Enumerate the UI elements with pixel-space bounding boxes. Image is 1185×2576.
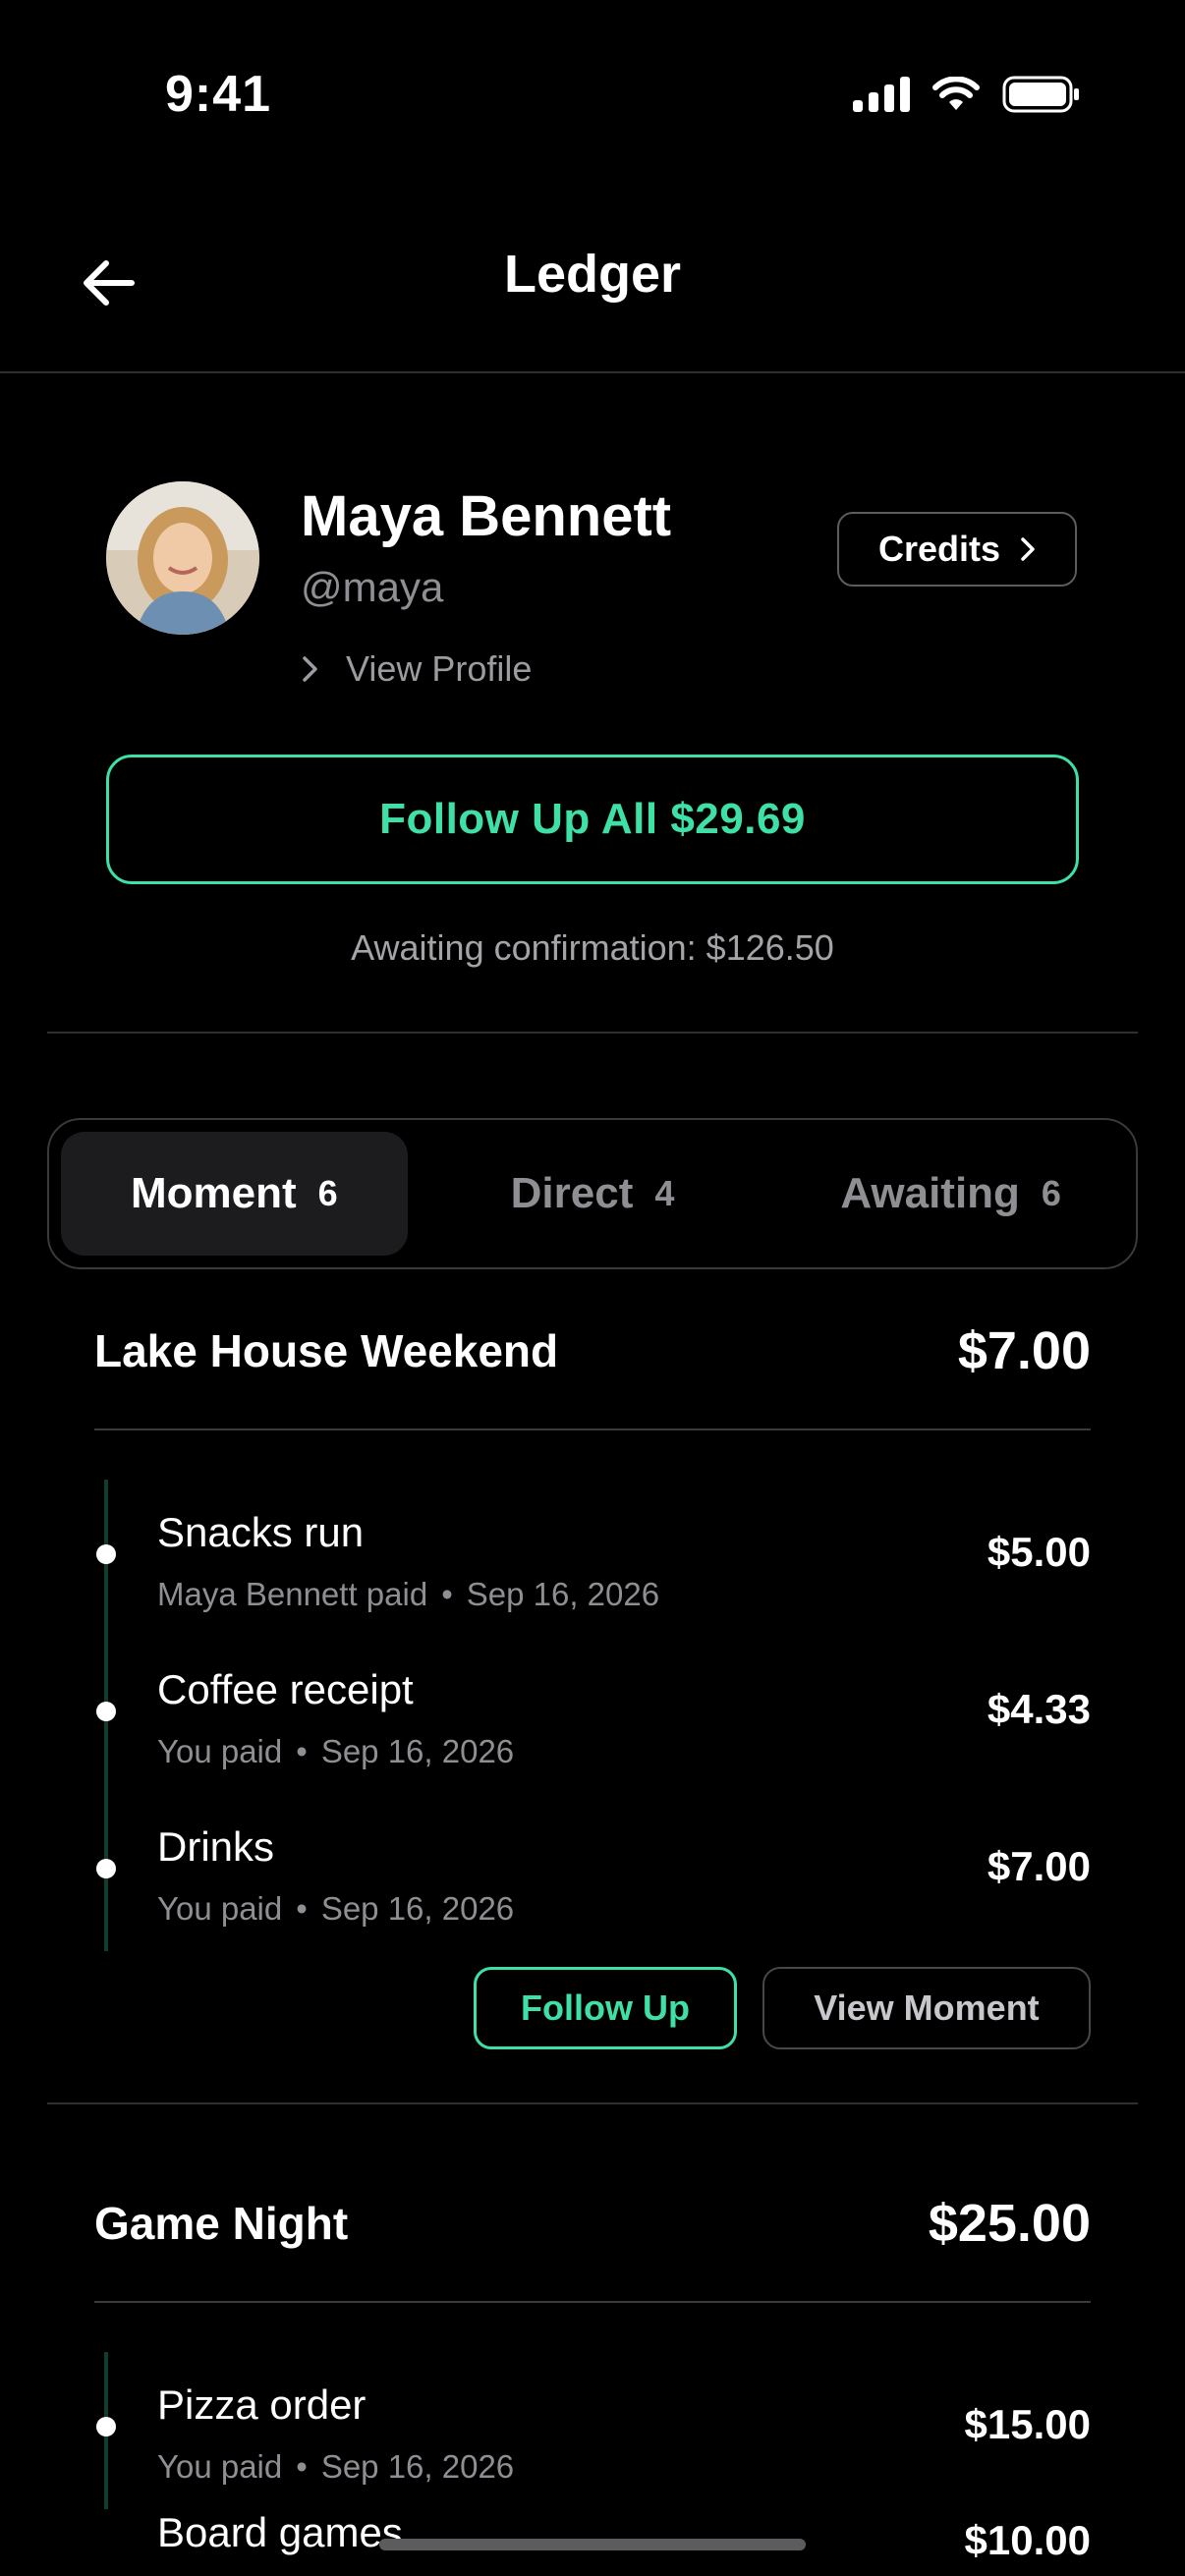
tab-count: 4: [654, 1173, 675, 1213]
expense-title: Coffee receipt: [157, 1666, 414, 1712]
expense-payer: You paid: [157, 2448, 283, 2485]
segmented-tabs: Moment 6 Direct 4 Awaiting 6: [47, 1118, 1138, 1269]
divider: [47, 1032, 1138, 1034]
timeline-dot: [96, 2417, 116, 2436]
group-total: $25.00: [928, 2194, 1091, 2253]
wifi-icon: [932, 77, 980, 110]
group-actions: Follow Up View Moment: [94, 1967, 1091, 2049]
expense-item[interactable]: Coffee receipt You paid • Sep 16, 2026 $4.…: [94, 1637, 1091, 1794]
follow-up-button[interactable]: Follow Up: [474, 1967, 737, 2049]
awaiting-confirmation-text: Awaiting confirmation: $126.50: [351, 927, 834, 968]
navigation-bar: Ledger: [0, 187, 1185, 373]
expense-item[interactable]: Drinks You paid • Sep 16, 2026 $7.00: [94, 1794, 1091, 1951]
expense-meta: You paid • Sep 16, 2026: [157, 1733, 515, 1769]
expense-payer: You paid: [157, 1890, 283, 1927]
group-title: Game Night: [94, 2198, 349, 2249]
timeline-dot: [96, 1702, 116, 1721]
view-moment-button[interactable]: View Moment: [762, 1967, 1091, 2049]
tab-moment[interactable]: Moment 6: [61, 1132, 408, 1256]
expense-item[interactable]: Snacks run Maya Bennett paid • Sep 16, 202…: [94, 1480, 1091, 1637]
group-header[interactable]: Game Night $25.00: [94, 2146, 1091, 2303]
timeline-dot: [96, 1544, 116, 1564]
chevron-right-icon: [1021, 537, 1035, 561]
expense-date: Sep 16, 2026: [466, 1576, 660, 1612]
view-profile-label: View Profile: [346, 648, 533, 689]
expense-item[interactable]: Pizza order You paid • Sep 16, 2026 $15.00: [94, 2352, 1091, 2509]
expense-list: Snacks run Maya Bennett paid • Sep 16, 202…: [94, 1480, 1091, 1951]
group-title: Lake House Weekend: [94, 1325, 559, 1376]
tab-label: Moment: [130, 1169, 297, 1217]
group-header[interactable]: Lake House Weekend $7.00: [94, 1273, 1091, 1430]
status-bar: 9:41: [0, 0, 1185, 187]
profile-name: Maya Bennett: [301, 484, 672, 548]
credits-label: Credits: [877, 529, 1001, 569]
chevron-right-icon: [303, 656, 317, 682]
expense-title: Snacks run: [157, 1509, 365, 1555]
profile-handle: @maya: [301, 564, 444, 610]
expense-meta: Maya Bennett paid • Sep 16, 2026: [157, 1576, 660, 1612]
tab-count: 6: [317, 1173, 338, 1213]
expense-amount: $7.00: [987, 1843, 1091, 1889]
expense-amount: $4.33: [987, 1686, 1091, 1732]
expense-date: Sep 16, 2026: [320, 1890, 515, 1927]
tab-label: Direct: [510, 1169, 634, 1217]
expense-payer: You paid: [157, 1733, 283, 1769]
tab-label: Awaiting: [840, 1169, 1020, 1217]
expense-title: Board games: [157, 2509, 403, 2555]
expense-meta: You paid • Sep 16, 2026: [157, 1890, 515, 1927]
status-icons: [853, 75, 1081, 114]
status-time: 9:41: [165, 66, 272, 123]
expense-title: Drinks: [157, 1823, 275, 1870]
expense-date: Sep 16, 2026: [320, 1733, 515, 1769]
expense-amount: $10.00: [964, 2517, 1091, 2563]
tab-count: 6: [1041, 1173, 1061, 1213]
moment-group: Game Night $25.00 Pizza order You paid • S…: [94, 2146, 1091, 2576]
expense-amount: $5.00: [987, 1529, 1091, 1575]
view-profile-link[interactable]: View Profile: [301, 648, 532, 690]
follow-up-all-button[interactable]: Follow Up All $29.69: [106, 755, 1079, 884]
expense-meta: You paid • Sep 16, 2026: [157, 2448, 515, 2485]
credits-button[interactable]: Credits: [837, 512, 1077, 587]
battery-icon: [1002, 76, 1079, 113]
timeline-dot: [96, 1859, 116, 1878]
avatar[interactable]: [106, 481, 259, 635]
home-indicator: [379, 2539, 806, 2550]
page-title: Ledger: [503, 245, 682, 304]
tab-awaiting[interactable]: Awaiting 6: [777, 1132, 1124, 1256]
expense-amount: $15.00: [964, 2401, 1091, 2447]
expense-title: Pizza order: [157, 2381, 367, 2428]
cellular-signal-icon: [853, 77, 910, 112]
expense-date: Sep 16, 2026: [320, 2448, 515, 2485]
expense-payer: Maya Bennett paid: [157, 1576, 428, 1612]
tab-direct[interactable]: Direct 4: [420, 1132, 766, 1256]
divider: [47, 2102, 1138, 2104]
group-total: $7.00: [957, 1321, 1091, 1380]
moment-group: Lake House Weekend $7.00 Snacks run Maya…: [94, 1273, 1091, 2049]
